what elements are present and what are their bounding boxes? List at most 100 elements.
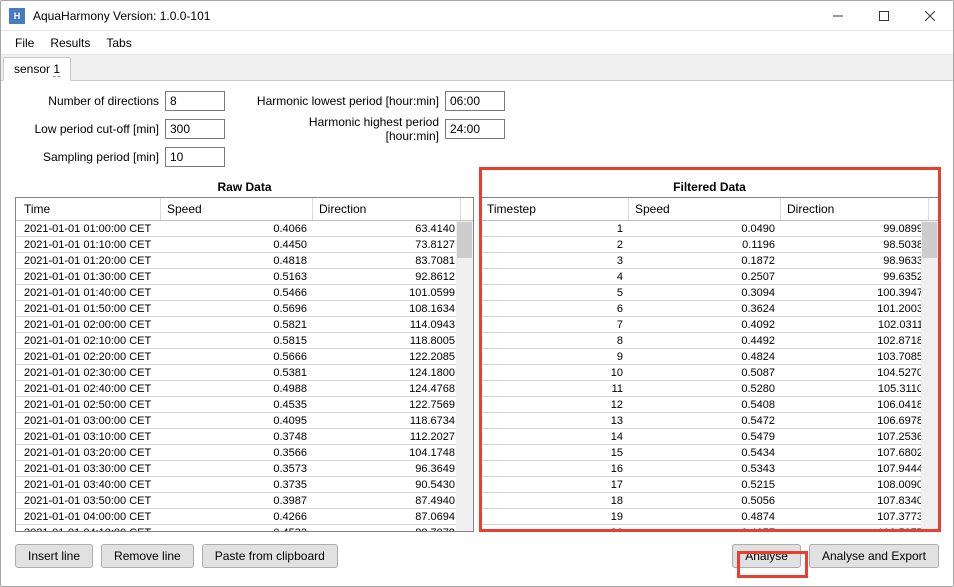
table-cell: 0.4095 bbox=[161, 415, 313, 427]
table-row[interactable]: 2021-01-01 03:50:00 CET0.398787.4940 bbox=[16, 493, 473, 509]
table-cell: 15 bbox=[481, 447, 629, 459]
paste-clipboard-button[interactable]: Paste from clipboard bbox=[202, 544, 338, 568]
table-cell: 0.5466 bbox=[161, 287, 313, 299]
table-cell: 0.3735 bbox=[161, 479, 313, 491]
table-row[interactable]: 2021-01-01 01:50:00 CET0.5696108.1634 bbox=[16, 301, 473, 317]
table-row[interactable]: 180.5056107.8340 bbox=[481, 493, 938, 509]
harmonic-high-input[interactable] bbox=[445, 119, 505, 139]
table-cell: 20 bbox=[481, 527, 629, 532]
table-row[interactable]: 2021-01-01 01:30:00 CET0.516392.8612 bbox=[16, 269, 473, 285]
analyse-button[interactable]: Analyse bbox=[732, 544, 801, 568]
menu-results[interactable]: Results bbox=[44, 34, 96, 52]
table-row[interactable]: 10.049099.0899 bbox=[481, 221, 938, 237]
table-row[interactable]: 2021-01-01 02:10:00 CET0.5815118.8005 bbox=[16, 333, 473, 349]
table-row[interactable]: 170.5215108.0090 bbox=[481, 477, 938, 493]
filtered-scrollbar-thumb[interactable] bbox=[922, 222, 937, 258]
low-period-input[interactable] bbox=[165, 119, 225, 139]
table-row[interactable]: 50.3094100.3947 bbox=[481, 285, 938, 301]
table-cell: 0.4092 bbox=[629, 319, 781, 331]
table-row[interactable]: 30.187298.9633 bbox=[481, 253, 938, 269]
raw-header-speed[interactable]: Speed bbox=[161, 198, 313, 220]
table-row[interactable]: 80.4492102.8718 bbox=[481, 333, 938, 349]
raw-header-direction[interactable]: Direction bbox=[313, 198, 461, 220]
harmonic-low-label: Harmonic lowest period [hour:min] bbox=[255, 94, 445, 108]
table-row[interactable]: 2021-01-01 02:30:00 CET0.5381124.1800 bbox=[16, 365, 473, 381]
insert-line-button[interactable]: Insert line bbox=[15, 544, 93, 568]
filtered-data-table: Timestep Speed Direction 10.049099.08992… bbox=[480, 197, 939, 532]
filtered-header-direction[interactable]: Direction bbox=[781, 198, 929, 220]
harmonic-low-input[interactable] bbox=[445, 91, 505, 111]
table-cell: 14 bbox=[481, 431, 629, 443]
table-row[interactable]: 2021-01-01 01:40:00 CET0.5466101.0599 bbox=[16, 285, 473, 301]
raw-header-time[interactable]: Time bbox=[16, 198, 161, 220]
table-row[interactable]: 2021-01-01 01:00:00 CET0.406663.4140 bbox=[16, 221, 473, 237]
table-cell: 0.5056 bbox=[629, 495, 781, 507]
minimize-button[interactable] bbox=[815, 1, 861, 31]
table-row[interactable]: 150.5434107.6802 bbox=[481, 445, 938, 461]
table-cell: 2021-01-01 03:00:00 CET bbox=[16, 415, 161, 427]
table-row[interactable]: 2021-01-01 04:10:00 CET0.453288.7079 bbox=[16, 525, 473, 531]
table-cell: 4 bbox=[481, 271, 629, 283]
tab-number: 1 bbox=[53, 62, 60, 77]
tab-sensor-1[interactable]: sensor 1 bbox=[3, 57, 71, 81]
params-grid: Number of directions Harmonic lowest per… bbox=[15, 91, 939, 167]
menu-tabs[interactable]: Tabs bbox=[100, 34, 137, 52]
table-cell: 0.5381 bbox=[161, 367, 313, 379]
filtered-header-timestep[interactable]: Timestep bbox=[481, 198, 629, 220]
menu-file[interactable]: File bbox=[9, 34, 40, 52]
tab-prefix: sensor bbox=[14, 62, 53, 76]
table-row[interactable]: 20.119698.5038 bbox=[481, 237, 938, 253]
table-cell: 0.4450 bbox=[161, 239, 313, 251]
table-row[interactable]: 40.250799.6352 bbox=[481, 269, 938, 285]
table-row[interactable]: 100.5087104.5270 bbox=[481, 365, 938, 381]
table-cell: 0.3094 bbox=[629, 287, 781, 299]
filtered-scrollbar[interactable] bbox=[921, 221, 938, 531]
table-row[interactable]: 70.4092102.0311 bbox=[481, 317, 938, 333]
table-row[interactable]: 2021-01-01 03:00:00 CET0.4095118.6734 bbox=[16, 413, 473, 429]
table-row[interactable]: 2021-01-01 01:20:00 CET0.481883.7081 bbox=[16, 253, 473, 269]
remove-line-button[interactable]: Remove line bbox=[101, 544, 194, 568]
table-row[interactable]: 200.4677106.5977 bbox=[481, 525, 938, 531]
table-row[interactable]: 130.5472106.6978 bbox=[481, 413, 938, 429]
table-row[interactable]: 2021-01-01 02:00:00 CET0.5821114.0943 bbox=[16, 317, 473, 333]
table-row[interactable]: 110.5280105.3110 bbox=[481, 381, 938, 397]
num-directions-input[interactable] bbox=[165, 91, 225, 111]
table-cell: 0.4532 bbox=[161, 527, 313, 532]
table-cell: 0.5472 bbox=[629, 415, 781, 427]
table-row[interactable]: 2021-01-01 03:30:00 CET0.357396.3649 bbox=[16, 461, 473, 477]
table-cell: 96.3649 bbox=[313, 463, 461, 475]
raw-scrollbar[interactable] bbox=[456, 221, 473, 531]
maximize-button[interactable] bbox=[861, 1, 907, 31]
table-cell: 0.4492 bbox=[629, 335, 781, 347]
table-row[interactable]: 2021-01-01 03:10:00 CET0.3748112.2027 bbox=[16, 429, 473, 445]
table-cell: 114.0943 bbox=[313, 319, 461, 331]
close-button[interactable] bbox=[907, 1, 953, 31]
table-cell: 102.0311 bbox=[781, 319, 929, 331]
table-cell: 0.5821 bbox=[161, 319, 313, 331]
table-row[interactable]: 60.3624101.2003 bbox=[481, 301, 938, 317]
table-row[interactable]: 160.5343107.9444 bbox=[481, 461, 938, 477]
table-row[interactable]: 2021-01-01 02:40:00 CET0.4988124.4768 bbox=[16, 381, 473, 397]
table-row[interactable]: 2021-01-01 02:20:00 CET0.5666122.2085 bbox=[16, 349, 473, 365]
analyse-export-button[interactable]: Analyse and Export bbox=[809, 544, 939, 568]
table-row[interactable]: 2021-01-01 02:50:00 CET0.4535122.7569 bbox=[16, 397, 473, 413]
table-cell: 104.1748 bbox=[313, 447, 461, 459]
table-row[interactable]: 2021-01-01 03:20:00 CET0.3566104.1748 bbox=[16, 445, 473, 461]
table-row[interactable]: 2021-01-01 03:40:00 CET0.373590.5430 bbox=[16, 477, 473, 493]
table-cell: 100.3947 bbox=[781, 287, 929, 299]
harmonic-high-label: Harmonic highest period [hour:min] bbox=[255, 115, 445, 143]
table-row[interactable]: 190.4874107.3773 bbox=[481, 509, 938, 525]
table-row[interactable]: 2021-01-01 04:00:00 CET0.426687.0694 bbox=[16, 509, 473, 525]
table-cell: 104.5270 bbox=[781, 367, 929, 379]
table-row[interactable]: 140.5479107.2536 bbox=[481, 429, 938, 445]
table-cell: 2021-01-01 02:30:00 CET bbox=[16, 367, 161, 379]
raw-scrollbar-thumb[interactable] bbox=[457, 222, 472, 258]
table-row[interactable]: 2021-01-01 01:10:00 CET0.445073.8127 bbox=[16, 237, 473, 253]
filtered-header-speed[interactable]: Speed bbox=[629, 198, 781, 220]
table-cell: 88.7079 bbox=[313, 527, 461, 532]
table-row[interactable]: 90.4824103.7085 bbox=[481, 349, 938, 365]
sampling-input[interactable] bbox=[165, 147, 225, 167]
table-cell: 0.3573 bbox=[161, 463, 313, 475]
table-cell: 0.5815 bbox=[161, 335, 313, 347]
table-row[interactable]: 120.5408106.0418 bbox=[481, 397, 938, 413]
